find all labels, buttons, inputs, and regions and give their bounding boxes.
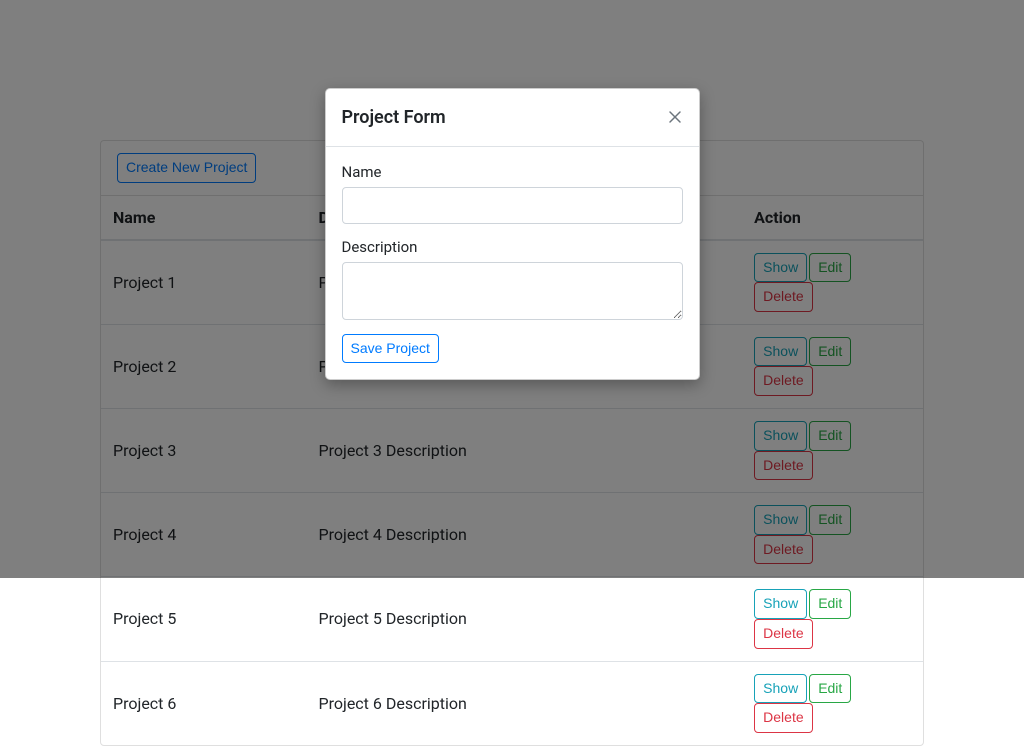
cell-actions: ShowEditDelete xyxy=(742,661,923,745)
cell-name: Project 5 xyxy=(101,577,307,661)
modal-dialog: Project Form Name Description Save xyxy=(325,88,700,380)
cell-description: Project 6 Description xyxy=(307,661,743,745)
modal-body: Name Description Save Project xyxy=(326,147,699,379)
modal-content: Project Form Name Description Save xyxy=(325,88,700,380)
delete-button[interactable]: Delete xyxy=(754,619,812,649)
close-icon[interactable] xyxy=(667,106,683,130)
table-row: Project 5Project 5 DescriptionShowEditDe… xyxy=(101,577,923,661)
table-row: Project 6Project 6 DescriptionShowEditDe… xyxy=(101,661,923,745)
description-form-group: Description xyxy=(342,238,683,320)
modal-header: Project Form xyxy=(326,89,699,147)
description-label: Description xyxy=(342,238,683,256)
edit-button[interactable]: Edit xyxy=(809,674,851,704)
description-input[interactable] xyxy=(342,262,683,320)
show-button[interactable]: Show xyxy=(754,674,807,704)
name-label: Name xyxy=(342,163,683,181)
cell-actions: ShowEditDelete xyxy=(742,577,923,661)
save-project-button[interactable]: Save Project xyxy=(342,334,439,364)
cell-name: Project 6 xyxy=(101,661,307,745)
show-button[interactable]: Show xyxy=(754,589,807,619)
edit-button[interactable]: Edit xyxy=(809,589,851,619)
cell-description: Project 5 Description xyxy=(307,577,743,661)
modal-title: Project Form xyxy=(342,105,446,130)
name-input[interactable] xyxy=(342,187,683,224)
name-form-group: Name xyxy=(342,163,683,224)
delete-button[interactable]: Delete xyxy=(754,703,812,733)
